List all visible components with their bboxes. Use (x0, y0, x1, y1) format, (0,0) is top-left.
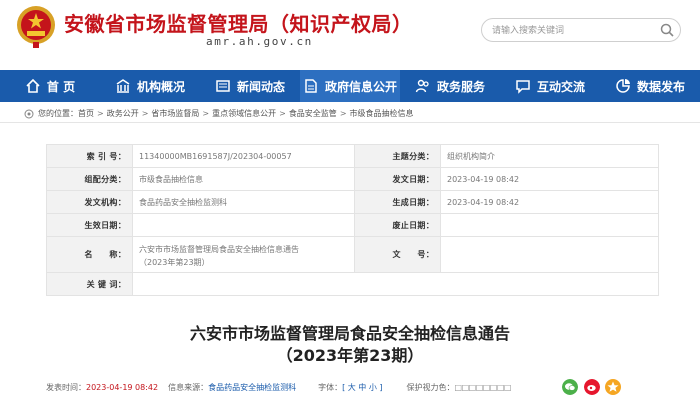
font-size-label: 字体： (318, 382, 343, 392)
index-label: 索 引 号： (46, 144, 133, 168)
keywords-value (132, 272, 659, 296)
weibo-share-icon[interactable] (584, 379, 600, 395)
search-input[interactable] (492, 22, 642, 38)
news-icon (216, 80, 230, 92)
nav-label: 政府信息公开 (324, 79, 397, 94)
issuer-value: 食品药品安全抽检监测科 (132, 190, 355, 214)
name-value-line1: 六安市市场监督管理局食品安全抽检信息通告 (139, 244, 299, 254)
publish-time-value: 2023-04-19 08:42 (86, 382, 159, 392)
breadcrumb-city-inspection[interactable]: 市级食品抽检信息 (350, 108, 414, 119)
publish-time-label: 发表时间： (46, 382, 86, 392)
breadcrumb-sep: > (141, 109, 149, 118)
nav-item-data[interactable]: 数据发布 (600, 70, 700, 102)
eye-protection-colors[interactable]: □□□□□□□□ (455, 383, 512, 392)
nav-label: 政务服务 (436, 79, 485, 94)
people-icon (415, 79, 429, 93)
article-title: 六安市市场监督管理局食品安全抽检信息通告 （2023年第23期） (0, 323, 700, 367)
breadcrumb-home[interactable]: 首页 (78, 108, 94, 119)
document-info-table: 索 引 号： 11340000MB1691587J/202304-00057 主… (46, 144, 659, 296)
chat-icon (516, 80, 530, 94)
invalid-date-label: 废止日期： (354, 213, 441, 237)
issue-date-label: 发文日期： (354, 167, 441, 191)
article-title-line1: 六安市市场监督管理局食品安全抽检信息通告 (189, 324, 510, 343)
table-row: 索 引 号： 11340000MB1691587J/202304-00057 主… (46, 144, 659, 168)
index-value: 11340000MB1691587J/202304-00057 (132, 144, 355, 168)
breadcrumb-sep: > (97, 109, 104, 118)
table-row: 发文机构： 食品药品安全抽检监测科 生成日期： 2023-04-19 08:42 (46, 190, 659, 214)
article-title-line2: （2023年第23期） (276, 346, 424, 365)
nav-item-home[interactable]: 首 页 (0, 70, 100, 102)
font-size-control[interactable]: [ 大 中 小 ] (342, 382, 382, 393)
divider (0, 122, 700, 123)
site-header: 安徽省市场监督管理局（知识产权局） amr.ah.gov.cn (0, 0, 700, 70)
favorite-star-icon[interactable] (605, 379, 621, 395)
nav-label: 首 页 (46, 79, 76, 94)
group-value: 市级食品抽检信息 (132, 167, 355, 191)
nav-label: 新闻动态 (236, 79, 285, 94)
wechat-share-icon[interactable] (562, 379, 578, 395)
nav-label: 机构概况 (136, 79, 185, 94)
breadcrumb-gov-affairs[interactable]: 政务公开 (107, 108, 139, 119)
create-date-value: 2023-04-19 08:42 (440, 190, 659, 214)
name-value: 六安市市场监督管理局食品安全抽检信息通告 （2023年第23期） (132, 236, 355, 273)
nav-item-gov-info[interactable]: 政府信息公开 (300, 70, 400, 102)
nav-label: 数据发布 (636, 79, 685, 94)
nav-item-services[interactable]: 政务服务 (400, 70, 500, 102)
building-icon (116, 79, 130, 93)
site-title[interactable]: 安徽省市场监督管理局（知识产权局） (64, 8, 413, 37)
breadcrumb-key-areas[interactable]: 重点领域信息公开 (212, 108, 276, 119)
keywords-label: 关 键 词： (46, 272, 133, 296)
effective-date-value (132, 213, 355, 237)
search-box (481, 18, 681, 42)
source-label: 信息来源： (168, 382, 209, 392)
main-nav: 首 页 机构概况 新闻动态 政府信息公开 政务服务 互动交流 数据发布 (0, 70, 700, 102)
breadcrumb-food-safety[interactable]: 食品安全监管 (289, 108, 337, 119)
docno-label: 文 号： (354, 236, 441, 273)
document-icon (305, 79, 317, 93)
breadcrumb-provincial-bureau[interactable]: 省市场监督局 (151, 108, 199, 119)
table-row: 关 键 词： (46, 272, 659, 296)
docno-value (440, 236, 659, 273)
breadcrumb-sep: > (339, 109, 347, 118)
site-url: amr.ah.gov.cn (206, 35, 313, 48)
group-label: 组配分类： (46, 167, 133, 191)
national-emblem-icon (17, 6, 55, 48)
effective-date-label: 生效日期： (46, 213, 133, 237)
breadcrumb-prefix: 您的位置： (38, 109, 78, 118)
eye-protection-label: 保护视力色： (406, 382, 455, 392)
create-date-label: 生成日期： (354, 190, 441, 214)
breadcrumb: 您的位置： 首页 > 政务公开 > 省市场监督局 > 重点领域信息公开 > 食品安全监管… (24, 108, 414, 119)
nav-item-news[interactable]: 新闻动态 (200, 70, 300, 102)
theme-value: 组织机构简介 (440, 144, 659, 168)
source-value: 食品药品安全抽检监测科 (208, 382, 297, 392)
search-icon[interactable] (659, 22, 675, 38)
location-icon (24, 109, 34, 118)
table-row: 生效日期： 废止日期： (46, 213, 659, 237)
chart-icon (616, 79, 630, 93)
table-row: 组配分类： 市级食品抽检信息 发文日期： 2023-04-19 08:42 (46, 167, 659, 191)
nav-item-organization[interactable]: 机构概况 (100, 70, 200, 102)
name-label: 名 称： (46, 236, 133, 273)
invalid-date-value (440, 213, 659, 237)
theme-label: 主题分类： (354, 144, 441, 168)
name-value-line2: （2023年第23期） (139, 257, 210, 267)
issuer-label: 发文机构： (46, 190, 133, 214)
breadcrumb-sep: > (279, 109, 286, 118)
nav-item-interaction[interactable]: 互动交流 (500, 70, 600, 102)
table-row: 名 称： 六安市市场监督管理局食品安全抽检信息通告 （2023年第23期） 文 … (46, 236, 659, 273)
breadcrumb-sep: > (202, 109, 210, 118)
home-icon (26, 78, 40, 93)
issue-date-value: 2023-04-19 08:42 (440, 167, 659, 191)
nav-label: 互动交流 (536, 79, 585, 94)
